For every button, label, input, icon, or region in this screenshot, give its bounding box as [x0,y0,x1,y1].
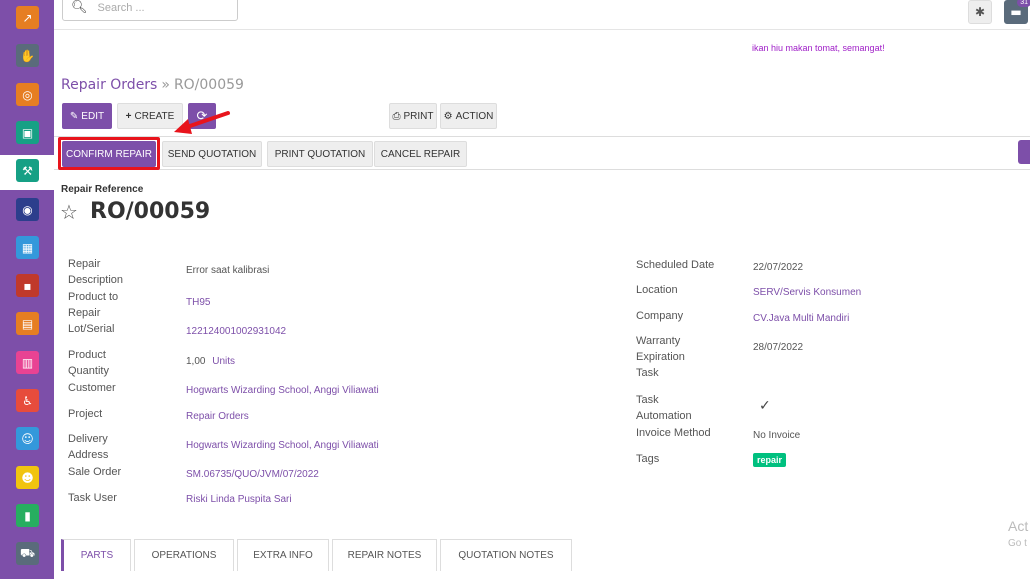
print-button-label: PRINT [403,110,434,122]
invoice-method-label: Invoice Method [636,427,711,439]
checkmark-icon[interactable]: ✓ [759,398,771,414]
tab-operations[interactable]: OPERATIONS [134,539,234,571]
lot-serial-value[interactable]: 122124001002931042 [186,325,286,339]
project-value[interactable]: Repair Orders [186,410,249,424]
pencil-icon: ✎ [69,110,79,122]
user-clock-icon[interactable]: ☺ [16,427,39,450]
tag-repair[interactable]: repair [753,453,787,467]
repair-reference-label: Repair Reference [61,184,144,195]
edit-button-label: EDIT [81,110,105,122]
breadcrumb-current: RO/00059 [173,77,244,93]
users-gear-icon[interactable]: ☻ [16,466,39,489]
sale-order-value[interactable]: SM.06735/QUO/JVM/07/2022 [186,468,319,482]
inbox-icon[interactable]: ▥ [16,351,39,374]
chart-up-icon[interactable]: ↗ [16,6,39,29]
action-button[interactable]: ⚙ ACTION [440,103,497,129]
car-icon[interactable]: ⛟ [16,542,39,565]
customer-value[interactable]: Hogwarts Wizarding School, Anggi Viliawa… [186,384,379,398]
printer-icon: ⎙ [392,110,401,122]
delivery-address-label: Delivery Address [68,433,109,461]
sale-order-label: Sale Order [68,466,122,478]
activation-watermark-title: Act [1008,518,1029,534]
customer-label: Customer [68,382,116,394]
search-box[interactable]: 🔍︎ [62,0,238,21]
quantity-uom[interactable]: Units [212,356,235,367]
board-icon[interactable]: ▮ [16,504,39,527]
chat-icon[interactable]: ▬ 31 [1004,0,1030,24]
warranty-expiration-value[interactable]: 28/07/2022 [753,341,803,355]
delivery-address-value[interactable]: Hogwarts Wizarding School, Anggi Viliawa… [186,439,379,453]
scheduled-date-value[interactable]: 22/07/2022 [753,261,803,275]
invoice-method-value[interactable]: No Invoice [753,429,800,443]
chat-badge: 31 [1017,0,1030,7]
cancel-repair-button[interactable]: CANCEL REPAIR [374,141,467,167]
print-quotation-button[interactable]: PRINT QUOTATION [267,141,373,167]
repair-description-label: Repair Description [68,258,124,286]
tab-extra-info[interactable]: EXTRA INFO [237,539,329,571]
task-user-label: Task User [68,492,117,504]
task-user-value[interactable]: Riski Linda Puspita Sari [186,493,292,507]
edit-button[interactable]: ✎ EDIT [62,103,112,129]
search-input[interactable] [97,1,228,14]
product-quantity-value[interactable]: 1,00 Units [186,355,235,369]
product-value[interactable]: TH95 [186,296,210,310]
breadcrumb-parent[interactable]: Repair Orders [61,77,157,93]
quantity-number: 1,00 [186,356,206,367]
location-value[interactable]: SERV/Servis Konsumen [753,286,861,300]
warranty-expiration-label: Warranty Expiration Task [636,335,685,379]
repair-description-value[interactable]: Error saat kalibrasi [186,264,269,278]
confirm-repair-button[interactable]: CONFIRM REPAIR [62,141,156,167]
globe-icon[interactable]: ◉ [16,198,39,221]
breadcrumb-separator: » [161,77,170,93]
search-icon: 🔍︎ [71,0,88,15]
location-label: Location [636,284,678,296]
side-panel-toggle[interactable] [1018,140,1030,164]
status-bar: CONFIRM REPAIR SEND QUOTATION PRINT QUOT… [54,136,1030,170]
red-arrow-annotation [174,111,230,134]
gear-icon: ⚙ [443,110,453,122]
company-motto: ikan hiu makan tomat, semangat! [752,43,885,53]
activation-watermark-subtitle: Go t [1008,538,1027,549]
company-value[interactable]: CV.Java Multi Mandiri [753,312,849,326]
scheduled-date-label: Scheduled Date [636,259,715,271]
action-button-label: ACTION [455,110,494,122]
tags-label: Tags [636,453,660,465]
accessibility-icon[interactable]: ♿ [16,389,39,412]
monitor-icon[interactable]: ▣ [16,121,39,144]
create-button-label: CREATE [134,110,175,122]
repair-icon[interactable]: ⚒ [16,159,39,182]
project-label: Project [68,408,103,420]
star-icon[interactable]: ☆ [60,200,78,224]
box-icon[interactable]: ▦ [16,236,39,259]
breadcrumb: Repair Orders» RO/00059 [61,77,244,93]
lot-serial-label: Lot/Serial [68,323,115,335]
company-label: Company [636,310,684,322]
product-label: Product to Repair [68,291,119,319]
record-name: RO/00059 [90,199,211,224]
tab-repair-notes[interactable]: REPAIR NOTES [332,539,437,571]
top-bar: 🔍︎ ✱ ▬ 31 [54,0,1030,30]
tab-quotation-notes[interactable]: QUOTATION NOTES [440,539,572,571]
tab-parts[interactable]: PARTS [61,539,131,571]
handshake-icon[interactable]: ✋ [16,44,39,67]
dot-square-icon[interactable]: ▪ [16,274,39,297]
send-quotation-button[interactable]: SEND QUOTATION [162,141,262,167]
lifebuoy-icon[interactable]: ◎ [16,83,39,106]
product-quantity-label: Product Quantity [68,349,109,377]
print-button[interactable]: ⎙ PRINT [389,103,437,129]
plus-icon: + [125,110,132,122]
task-automation-label: Task Automation [636,394,692,422]
document-icon[interactable]: ▤ [16,312,39,335]
bug-icon[interactable]: ✱ [968,0,992,24]
